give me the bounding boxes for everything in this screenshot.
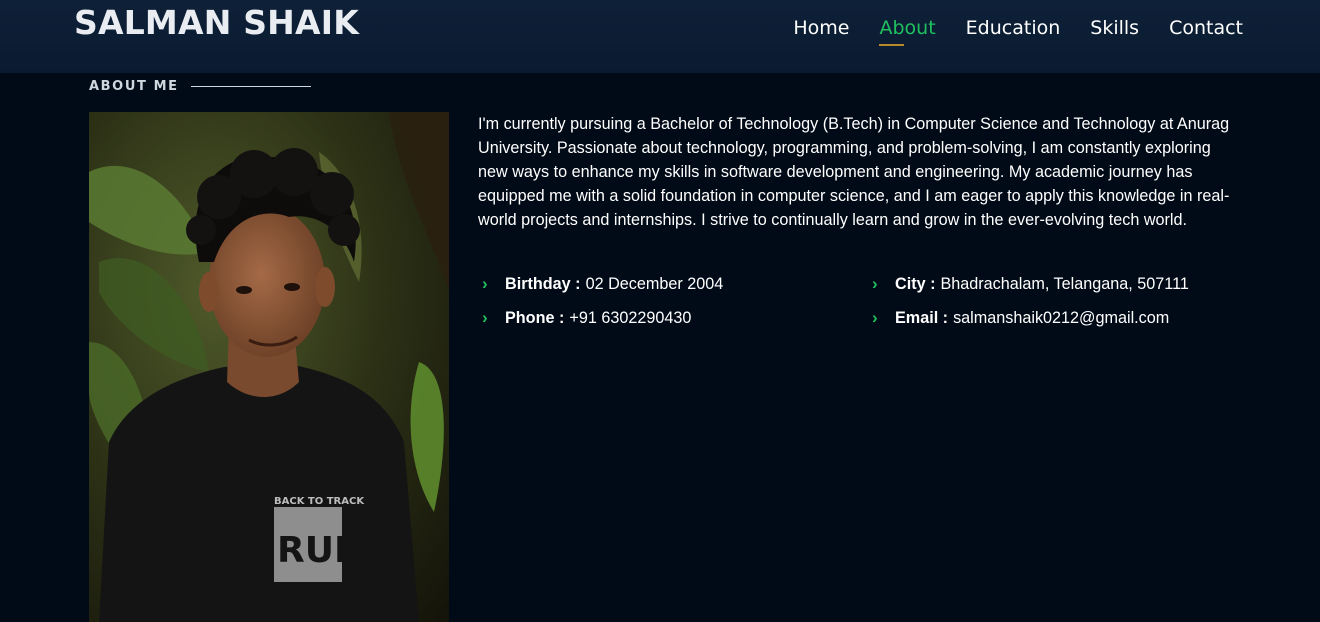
detail-value: 02 December 2004 [585,275,724,293]
nav-contact[interactable]: Contact [1169,15,1243,41]
nav-skills[interactable]: Skills [1090,15,1139,41]
main-nav: Home About Education Skills Contact [793,15,1243,46]
chevron-right-icon: › [872,308,878,327]
chevron-right-icon: › [482,274,488,293]
detail-value[interactable]: salmanshaik0212@gmail.com [953,306,1169,330]
detail-birthday: › Birthday : 02 December 2004 [482,272,723,296]
chevron-right-icon: › [482,308,488,327]
site-header: SALMAN SHAIK Home About Education Skills… [0,0,1320,73]
detail-city: › City : Bhadrachalam, Telangana, 507111 [872,272,1189,296]
nav-education[interactable]: Education [966,15,1061,41]
section-title-text: ABOUT ME [89,79,179,94]
detail-label: Email : [895,309,949,327]
nav-about[interactable]: About [879,15,936,46]
nav-home[interactable]: Home [793,15,849,41]
chevron-right-icon: › [872,274,878,293]
detail-phone: › Phone : +91 6302290430 [482,306,691,330]
profile-photo: BACK TO TRACK RUN [89,112,449,622]
shirt-text-main: RUN [277,530,364,571]
detail-label: Phone : [505,309,565,327]
shirt-text-top: BACK TO TRACK [274,496,365,507]
about-bio: I'm currently pursuing a Bachelor of Tec… [478,115,1230,229]
section-title-rule [190,86,311,87]
site-logo[interactable]: SALMAN SHAIK [74,3,359,43]
section-title-about: ABOUT ME [89,79,311,94]
detail-label: City : [895,275,936,293]
detail-value: Bhadrachalam, Telangana, 507111 [940,275,1189,293]
detail-value: +91 6302290430 [569,309,692,327]
detail-email: › Email : salmanshaik0212@gmail.com [872,306,1169,330]
detail-label: Birthday : [505,275,581,293]
